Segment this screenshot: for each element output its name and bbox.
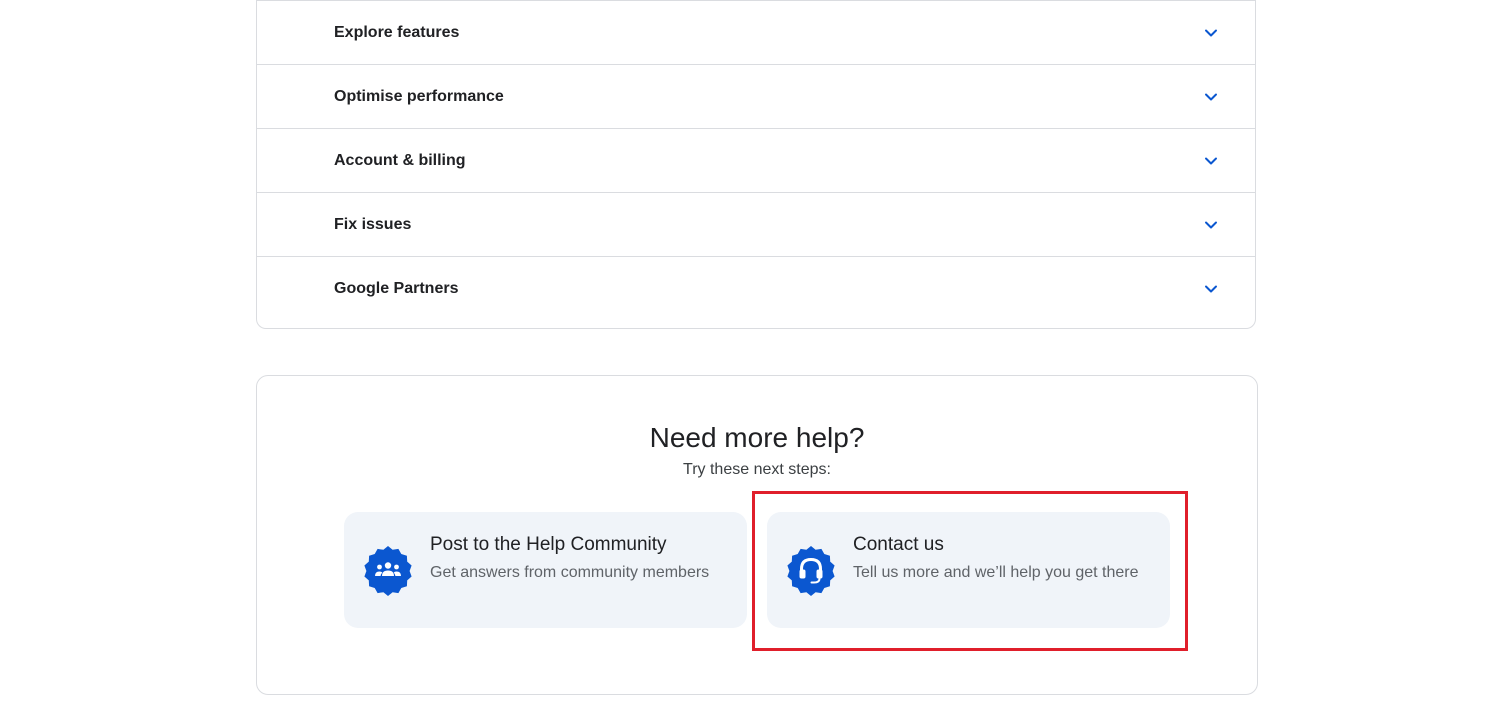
chevron-down-icon bbox=[1205, 285, 1217, 293]
accordion-item-explore-features[interactable]: Explore features bbox=[257, 0, 1255, 64]
chevron-down-icon bbox=[1205, 93, 1217, 101]
need-more-help-card: Need more help? Try these next steps: Po… bbox=[256, 375, 1258, 695]
accordion-item-label: Account & billing bbox=[334, 152, 466, 169]
accordion-item-optimise-performance[interactable]: Optimise performance bbox=[257, 64, 1255, 128]
help-title: Need more help? bbox=[649, 422, 865, 453]
accordion-item-account-billing[interactable]: Account & billing bbox=[257, 128, 1255, 192]
help-community-description: Get answers from community members bbox=[430, 564, 710, 581]
topics-accordion: Explore features Optimise performance Ac… bbox=[256, 0, 1256, 329]
accordion-item-label: Explore features bbox=[334, 24, 460, 41]
page: Explore features Optimise performance Ac… bbox=[0, 0, 1510, 704]
chevron-down-icon bbox=[1205, 29, 1217, 37]
help-community-option[interactable]: Post to the Help Community Get answers f… bbox=[344, 512, 747, 628]
chevron-down-icon bbox=[1205, 221, 1217, 229]
accordion-item-label: Fix issues bbox=[334, 216, 412, 233]
community-icon bbox=[364, 546, 412, 596]
help-subtitle: Try these next steps: bbox=[683, 461, 831, 478]
accordion-item-label: Google Partners bbox=[334, 280, 459, 297]
accordion-item-label: Optimise performance bbox=[334, 88, 504, 105]
accordion-item-google-partners[interactable]: Google Partners bbox=[257, 256, 1255, 318]
accordion-item-fix-issues[interactable]: Fix issues bbox=[257, 192, 1255, 256]
help-community-title: Post to the Help Community bbox=[430, 534, 667, 555]
contact-us-title: Contact us bbox=[853, 534, 944, 555]
headset-icon bbox=[787, 546, 835, 596]
chevron-down-icon bbox=[1205, 157, 1217, 165]
contact-us-description: Tell us more and we’ll help you get ther… bbox=[853, 564, 1139, 581]
contact-us-option[interactable]: Contact us Tell us more and we’ll help y… bbox=[767, 512, 1170, 628]
